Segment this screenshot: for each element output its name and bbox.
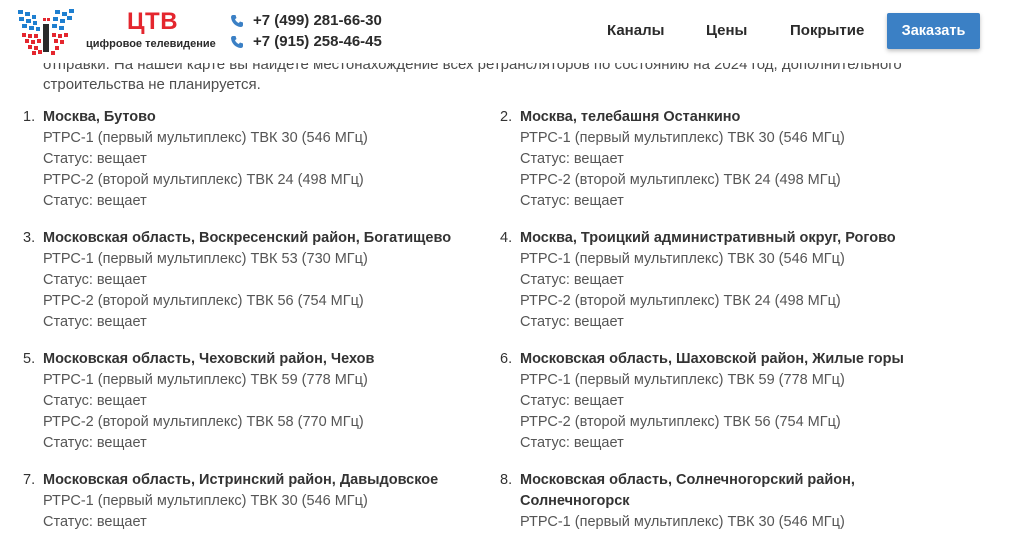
multiplex-line: РТРС-1 (первый мультиплекс) ТВК 59 (778 … [520,372,845,388]
entry-number: 5. [23,351,36,367]
multiplex-line: РТРС-1 (первый мультиплекс) ТВК 30 (546 … [520,251,845,267]
multiplex-line: РТРС-1 (первый мультиплекс) ТВК 30 (546 … [520,130,845,146]
entry-number: 3. [23,230,36,246]
status-line: Статус: вещает [43,435,147,451]
status-line: Статус: вещает [43,393,147,409]
status-line: Статус: вещает [43,514,147,530]
multiplex-line: РТРС-2 (второй мультиплекс) ТВК 24 (498 … [43,172,364,188]
multiplex-line: РТРС-1 (первый мультиплекс) ТВК 59 (778 … [43,372,368,388]
multiplex-line: РТРС-2 (второй мультиплекс) ТВК 24 (498 … [520,172,841,188]
multiplex-line: РТРС-1 (первый мультиплекс) ТВК 53 (730 … [43,251,368,267]
multiplex-line: РТРС-2 (второй мультиплекс) ТВК 58 (770 … [43,414,364,430]
station-entry: 2. Москва, телебашня Останкино РТРС-1 (п… [500,107,990,212]
nav-channels[interactable]: Каналы [607,21,664,41]
status-line: Статус: вещает [520,314,624,330]
entry-title: Москва, Троицкий административный округ,… [520,230,896,246]
entry-number: 4. [500,230,513,246]
intro-line: строительства не планируется. [43,76,261,93]
status-line: Статус: вещает [43,314,147,330]
entry-title: Москва, Бутово [43,109,156,125]
multiplex-line: РТРС-2 (второй мультиплекс) ТВК 56 (754 … [43,293,364,309]
multiplex-line: РТРС-1 (первый мультиплекс) ТВК 30 (546 … [520,514,845,530]
entry-number: 7. [23,472,36,488]
nav-coverage[interactable]: Покрытие [790,21,864,41]
phone-icon [231,15,243,27]
multiplex-line: РТРС-2 (второй мультиплекс) ТВК 56 (754 … [520,414,841,430]
entry-title: Московская область, Истринский район, Да… [43,472,439,488]
status-line: Статус: вещает [43,272,147,288]
brand-name[interactable]: ЦТВ [127,9,178,35]
station-entry: 1. Москва, Бутово РТРС-1 (первый мультип… [23,107,513,212]
entry-title: Москва, телебашня Останкино [520,109,741,125]
butterfly-logo-icon[interactable] [16,6,76,58]
entry-number: 6. [500,351,513,367]
phone-number: +7 (499) 281-66-30 [253,12,382,29]
station-entry: 3. Московская область, Воскресенский рай… [23,228,513,333]
phone-link-1[interactable]: +7 (499) 281-66-30 [230,11,382,31]
entry-title: Московская область, Воскресенский район,… [43,230,452,246]
entry-number: 1. [23,109,36,125]
multiplex-line: РТРС-1 (первый мультиплекс) ТВК 30 (546 … [43,493,368,509]
main-content: отправки. На нашей карте вы найдете мест… [0,0,1024,530]
station-entry: 6. Московская область, Шаховской район, … [500,349,990,454]
entry-number: 8. [500,472,513,488]
multiplex-line: РТРС-1 (первый мультиплекс) ТВК 30 (546 … [43,130,368,146]
status-line: Статус: вещает [520,435,624,451]
entry-title: Московская область, Шаховской район, Жил… [520,351,904,367]
status-line: Статус: вещает [43,193,147,209]
station-entry: 4. Москва, Троицкий административный окр… [500,228,990,333]
order-button[interactable]: Заказать [887,13,980,49]
entry-number: 2. [500,109,513,125]
phone-link-2[interactable]: +7 (915) 258-46-45 [230,32,382,52]
status-line: Статус: вещает [520,151,624,167]
status-line: Статус: вещает [520,272,624,288]
station-entry: 5. Московская область, Чеховский район, … [23,349,513,454]
nav-prices[interactable]: Цены [706,21,747,41]
status-line: Статус: вещает [520,393,624,409]
multiplex-line: РТРС-2 (второй мультиплекс) ТВК 24 (498 … [520,293,841,309]
brand-tagline: цифровое телевидение [86,38,216,50]
status-line: Статус: вещает [520,193,624,209]
site-header: ЦТВ цифровое телевидение +7 (499) 281-66… [0,0,1024,63]
phone-icon [231,36,243,48]
status-line: Статус: вещает [43,151,147,167]
entry-title: Московская область, Солнечногорский райо… [520,472,855,509]
entry-title: Московская область, Чеховский район, Чех… [43,351,375,367]
phone-number: +7 (915) 258-46-45 [253,33,382,50]
